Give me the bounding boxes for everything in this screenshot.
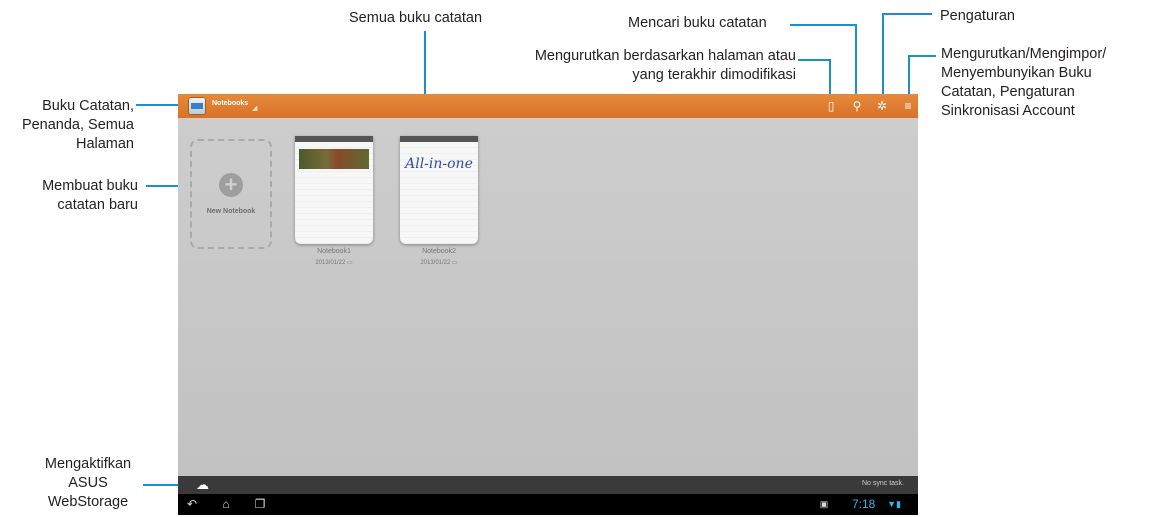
annotation-bookmarks: Buku Catatan, Penanda, Semua Halaman xyxy=(22,97,134,154)
clock: 7:18 xyxy=(852,497,876,511)
annotation-settings: Pengaturan xyxy=(940,8,1015,24)
notebook-spine xyxy=(400,136,478,142)
bottom-bar: ☁ No sync task. xyxy=(178,476,918,494)
annotation-menu: Mengurutkan/Mengimpor/ Menyembunyikan Bu… xyxy=(941,45,1106,121)
notebook-spine xyxy=(295,136,373,142)
annotation-create-notebook: Membuat buku catatan baru xyxy=(42,177,138,215)
notebooks-dropdown[interactable]: Notebooks xyxy=(212,100,248,107)
home-icon[interactable]: ⌂ xyxy=(218,497,234,511)
add-icon: + xyxy=(219,173,243,197)
notebook-card-1[interactable] xyxy=(295,136,373,244)
webstorage-cloud-icon[interactable]: ☁ xyxy=(196,478,214,492)
annotation-sort-line2: yang terakhir dimodifikasi xyxy=(632,67,796,83)
notebook-date-1: 2013/01/22 ▭ xyxy=(289,259,379,266)
sort-page-icon[interactable]: ▯ xyxy=(823,98,839,114)
gear-icon[interactable]: ✲ xyxy=(874,98,890,114)
annotation-menu-line2: Menyembunyikan Buku xyxy=(941,65,1092,81)
sync-status: No sync task. xyxy=(861,480,904,487)
annotation-search-notebook: Mencari buku catatan xyxy=(628,15,767,31)
annotation-menu-line1: Mengurutkan/Mengimpor/ xyxy=(941,46,1107,62)
notebook-name-1: Notebook1 xyxy=(317,248,351,255)
recent-apps-icon[interactable]: ❐ xyxy=(252,497,268,511)
annotation-webstorage-line3: WebStorage xyxy=(47,494,129,510)
annotation-create-line2: catatan baru xyxy=(57,197,138,213)
notification-icons[interactable]: ▣ ▤ xyxy=(816,497,832,515)
calendar-icon: ▭ xyxy=(452,260,458,266)
annotation-sort: Mengurutkan berdasarkan halaman atau yan… xyxy=(535,47,796,85)
leader-settings-v xyxy=(882,13,884,100)
annotation-create-line1: Membuat buku xyxy=(42,178,138,194)
annotation-bookmarks-line1: Buku Catatan, xyxy=(42,98,134,114)
notebook-card-2[interactable]: All-in-one xyxy=(400,136,478,244)
notebook-cover-handwriting: All-in-one xyxy=(405,156,473,172)
app-action-bar: Notebooks ◢ ▯ ⚲ ✲ ≡ xyxy=(178,94,918,118)
system-nav-bar: ↶ ⌂ ❐ ▣ ▤ 7:18 ▼▮ xyxy=(178,494,918,515)
notebook-date-2: 2013/01/22 ▭ xyxy=(394,259,484,266)
back-icon[interactable]: ↶ xyxy=(184,497,200,511)
annotation-bookmarks-line2: Penanda, Semua xyxy=(21,117,134,133)
notebook-date-text: 2013/01/22 xyxy=(420,260,451,266)
notebook-grid: + New Notebook Notebook1 2013/01/22 ▭ Al… xyxy=(178,118,918,476)
calendar-icon: ▭ xyxy=(347,260,353,266)
leader-sort xyxy=(798,59,830,61)
annotation-webstorage-line1: Mengaktifkan xyxy=(44,456,132,472)
wifi-icon: ▼▮ xyxy=(887,499,901,509)
leader-search-v xyxy=(855,24,857,100)
menu-icon[interactable]: ≡ xyxy=(900,98,916,114)
notebook-cover-photo xyxy=(299,149,369,169)
search-icon[interactable]: ⚲ xyxy=(849,98,865,114)
annotation-sort-line1: Mengurutkan berdasarkan halaman atau xyxy=(534,48,796,64)
notebook-date-text: 2013/01/22 xyxy=(315,260,346,266)
leader-search xyxy=(790,24,856,26)
annotation-menu-line4: Sinkronisasi Account xyxy=(941,103,1075,119)
annotation-all-notebooks: Semua buku catatan xyxy=(349,10,483,26)
leader-bookmarks xyxy=(136,104,178,106)
new-notebook-button[interactable]: + New Notebook xyxy=(190,139,272,249)
supernote-app-icon[interactable] xyxy=(188,97,206,115)
dropdown-caret-icon: ◢ xyxy=(252,105,258,112)
annotation-bookmarks-line3: Halaman xyxy=(75,136,134,152)
leader-menu xyxy=(908,55,936,57)
notebook-name-2: Notebook2 xyxy=(422,248,456,255)
annotation-menu-line3: Catatan, Pengaturan xyxy=(941,84,1075,100)
new-notebook-label: New Notebook xyxy=(206,208,256,215)
tablet-screen: Notebooks ◢ ▯ ⚲ ✲ ≡ + New Notebook Noteb… xyxy=(178,94,918,515)
annotation-webstorage: Mengaktifkan ASUS WebStorage xyxy=(33,455,143,512)
leader-settings xyxy=(882,13,932,15)
annotation-webstorage-line2: ASUS xyxy=(68,475,108,491)
